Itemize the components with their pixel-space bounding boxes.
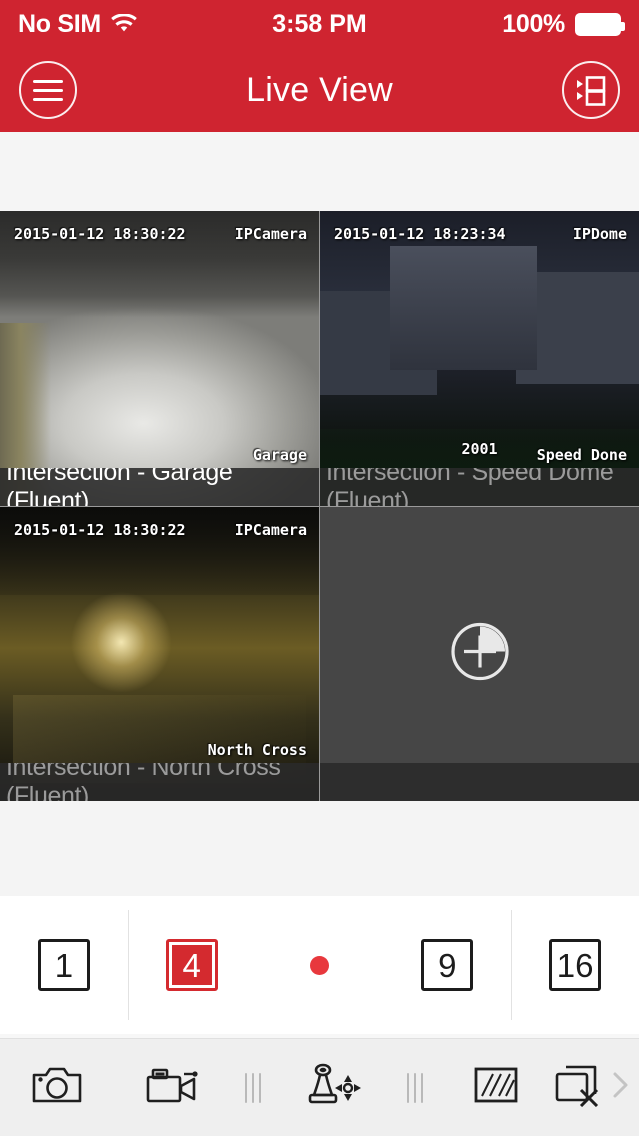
status-bar: No SIM 3:58 PM 100% — [0, 0, 639, 48]
image-quality-button[interactable] — [438, 1064, 553, 1111]
video-cell-3[interactable]: 2015-01-12 18:30:22 IPCamera North Cross… — [0, 506, 319, 801]
layout-box-16: 16 — [549, 939, 602, 991]
layout-divider-2 — [511, 910, 512, 1020]
wifi-icon — [111, 13, 137, 34]
carrier-label: No SIM — [18, 9, 101, 38]
video-cell-1[interactable]: 2015-01-12 18:30:22 IPCamera Garage Inte… — [0, 211, 319, 506]
ptz-control-button[interactable] — [277, 1062, 392, 1113]
video-cell-4[interactable] — [320, 506, 639, 801]
layout-option-1[interactable]: 1 — [0, 896, 128, 1034]
live-view-screen: No SIM 3:58 PM 100% Live View 2015-01-12… — [0, 0, 639, 1136]
chevron-right-icon — [610, 1069, 630, 1106]
osd-watermark-2: Speed Done — [536, 445, 627, 464]
battery-full-icon — [575, 12, 625, 36]
video-caption-2: Intersection - Speed Dome (Fluent) — [320, 467, 639, 506]
toolbar-separator-2 — [392, 1072, 439, 1103]
hamburger-lines — [33, 79, 63, 101]
video-record-button[interactable] — [115, 1064, 230, 1111]
video-record-icon — [144, 1064, 200, 1111]
image-quality-icon — [473, 1064, 519, 1111]
osd-watermark-1: Garage — [252, 445, 307, 464]
layout-box-4: 4 — [165, 939, 218, 991]
osd-camera-name-1: IPCamera — [234, 225, 307, 243]
osd-timestamp-1: 2015-01-12 18:30:22 — [14, 225, 186, 243]
layout-option-9[interactable]: 9 — [383, 896, 511, 1034]
video-caption-4 — [320, 763, 639, 801]
toolbar-more-button[interactable] — [601, 1069, 639, 1106]
osd-timestamp-2: 2015-01-12 18:23:34 — [334, 225, 506, 243]
layout-selector-bar: 1 4 9 16 — [0, 896, 639, 1034]
osd-camera-name-2: IPDome — [572, 225, 627, 243]
layout-box-9: 9 — [421, 939, 474, 991]
close-all-windows-button[interactable] — [553, 1063, 601, 1112]
osd-watermark-3: North Cross — [207, 741, 307, 759]
close-all-windows-icon — [553, 1063, 601, 1112]
grip-lines-icon — [245, 1072, 262, 1103]
nav-content-gap — [0, 132, 639, 211]
video-cell-2[interactable]: 2015-01-12 18:23:34 IPDome 2001 Speed Do… — [320, 211, 639, 506]
camera-snapshot-icon — [31, 1064, 83, 1111]
bottom-toolbar — [0, 1038, 639, 1136]
video-caption-1: Intersection - Garage (Fluent) — [0, 467, 319, 506]
page-dot-icon — [309, 955, 329, 975]
toolbar-separator-1 — [230, 1072, 277, 1103]
osd-camera-name-3: IPCamera — [234, 520, 307, 539]
battery-percent-label: 100% — [502, 9, 565, 38]
osd-timestamp-3: 2015-01-12 18:30:22 — [14, 520, 186, 539]
layout-option-16[interactable]: 16 — [511, 896, 639, 1034]
ptz-control-icon — [305, 1062, 363, 1113]
channel-list-icon[interactable] — [562, 61, 620, 119]
grip-lines-icon — [406, 1072, 423, 1103]
hamburger-menu-icon[interactable] — [19, 61, 77, 119]
page-title: Live View — [246, 70, 393, 109]
navigation-bar: Live View — [0, 48, 639, 132]
layout-page-indicator[interactable] — [256, 896, 384, 1034]
video-caption-3: Intersection - North Cross (Fluent) — [0, 763, 319, 801]
video-grid: 2015-01-12 18:30:22 IPCamera Garage Inte… — [0, 211, 639, 801]
layout-option-4[interactable]: 4 — [128, 896, 256, 1034]
add-camera-icon[interactable] — [449, 620, 511, 687]
layout-box-1: 1 — [37, 939, 90, 991]
camera-snapshot-button[interactable] — [0, 1064, 115, 1111]
layout-divider-1 — [128, 910, 129, 1020]
grid-toolbar-gap — [0, 801, 639, 896]
osd-number-2: 2001 — [461, 439, 498, 458]
